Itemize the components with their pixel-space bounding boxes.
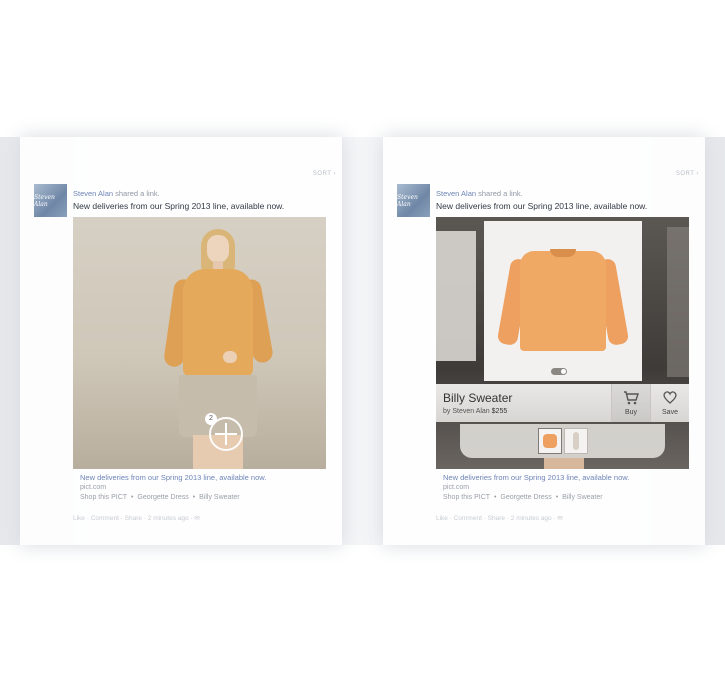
sweater-neck xyxy=(550,249,576,257)
hotspot-count-badge: 2 xyxy=(205,413,217,425)
buy-button[interactable]: Buy xyxy=(611,384,650,422)
shop-prefix: Shop this PICT xyxy=(443,494,491,501)
link-domain: pict.com xyxy=(443,484,470,491)
shop-item-sweater[interactable]: Billy Sweater xyxy=(562,494,602,501)
sweater-body xyxy=(520,251,606,351)
poster-line: Steven Alan shared a link. xyxy=(73,189,160,198)
product-image[interactable] xyxy=(484,221,642,381)
product-name: Billy Sweater xyxy=(443,391,513,405)
avatar-label: Steven Alan xyxy=(34,193,55,208)
avatar-label: Steven Alan xyxy=(397,193,418,208)
sort-link[interactable]: SORT › xyxy=(313,171,336,177)
product-info-bar: Billy Sweater by Steven Alan $255 Buy Sa… xyxy=(436,384,689,422)
feed-post-model: SORT › Steven Alan Steven Alan shared a … xyxy=(0,137,362,545)
shop-item-dress[interactable]: Georgette Dress xyxy=(137,494,188,501)
viewer-ghost-right xyxy=(667,227,689,377)
shop-line: Shop this PICT • Georgette Dress • Billy… xyxy=(80,494,240,501)
shop-line: Shop this PICT • Georgette Dress • Billy… xyxy=(443,494,603,501)
post-actions[interactable]: Like · Comment · Share · 2 minutes ago ·… xyxy=(73,514,200,522)
product-meta: by Steven Alan $255 xyxy=(443,408,507,415)
post-photo[interactable]: 2 xyxy=(73,217,326,469)
link-title[interactable]: New deliveries from our Spring 2013 line… xyxy=(80,473,266,482)
post-actions[interactable]: Like · Comment · Share · 2 minutes ago ·… xyxy=(436,514,563,522)
sort-link[interactable]: SORT › xyxy=(676,171,699,177)
avatar[interactable]: Steven Alan xyxy=(34,184,67,217)
product-price: $255 xyxy=(491,408,508,415)
poster-name-link[interactable]: Steven Alan xyxy=(436,189,476,198)
heart-icon xyxy=(663,391,677,404)
save-label: Save xyxy=(662,409,678,416)
shop-prefix: Shop this PICT xyxy=(80,494,128,501)
thumbnail-dress[interactable] xyxy=(564,428,588,454)
product-viewer[interactable]: Billy Sweater by Steven Alan $255 Buy Sa… xyxy=(436,217,689,469)
model-hand xyxy=(223,351,237,363)
shop-item-dress[interactable]: Georgette Dress xyxy=(500,494,551,501)
model-legs-peek xyxy=(544,458,584,469)
save-button[interactable]: Save xyxy=(650,384,689,422)
post-message: New deliveries from our Spring 2013 line… xyxy=(436,201,648,211)
thumbnail-sweater[interactable] xyxy=(538,428,562,454)
thumbnail-tray xyxy=(460,424,665,458)
model-face xyxy=(207,235,229,263)
link-title[interactable]: New deliveries from our Spring 2013 line… xyxy=(443,473,629,482)
link-domain: pict.com xyxy=(80,484,107,491)
product-brand: by Steven Alan xyxy=(443,408,490,415)
model-sweater xyxy=(183,269,253,377)
poster-action: shared a link. xyxy=(478,189,523,198)
avatar[interactable]: Steven Alan xyxy=(397,184,430,217)
viewer-ghost-page xyxy=(436,231,476,361)
feed-post-product: SORT › Steven Alan Steven Alan shared a … xyxy=(363,137,725,545)
poster-action: shared a link. xyxy=(115,189,160,198)
cart-icon xyxy=(624,391,639,405)
buy-label: Buy xyxy=(624,409,638,416)
toggle-icon[interactable] xyxy=(551,368,567,375)
shop-item-sweater[interactable]: Billy Sweater xyxy=(199,494,239,501)
poster-name-link[interactable]: Steven Alan xyxy=(73,189,113,198)
post-message: New deliveries from our Spring 2013 line… xyxy=(73,201,285,211)
poster-line: Steven Alan shared a link. xyxy=(436,189,523,198)
